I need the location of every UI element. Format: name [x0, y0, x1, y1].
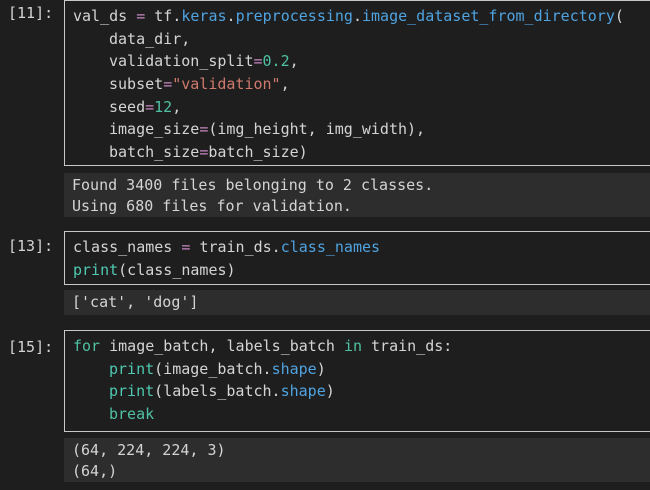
code-token: print	[109, 359, 155, 378]
code-token: tf.	[154, 7, 182, 25]
output-line: (64,)	[72, 461, 118, 480]
code-token: )	[325, 382, 335, 401]
code-token: 0.2	[262, 52, 290, 71]
code-token: seed	[109, 97, 146, 116]
code-token: (class_names)	[118, 260, 236, 279]
execution-count-15: [15]:	[8, 338, 54, 356]
code-token: batch_size)	[208, 143, 308, 162]
execution-count-11: [11]:	[8, 4, 54, 22]
code-token: for	[73, 337, 101, 355]
code-token: (labels_batch.	[154, 382, 281, 401]
code-token: 12	[154, 97, 173, 116]
code-token: shape	[271, 359, 317, 378]
code-token: keras	[181, 7, 227, 25]
code-token: (image_batch.	[154, 359, 272, 378]
code-token: class_names	[280, 238, 381, 256]
code-token: =	[253, 52, 263, 71]
code-line: image_size=(img_height, img_width),	[73, 118, 645, 141]
code-token: )	[316, 359, 326, 378]
cell-output-13: ['cat', 'dog']	[64, 290, 650, 315]
code-token: =	[199, 143, 209, 162]
code-token: train_ds.	[199, 238, 281, 256]
code-token: .	[352, 7, 362, 25]
output-line: (64, 224, 224, 3)	[72, 441, 226, 459]
code-line: class_names = train_ds.class_names	[73, 236, 645, 259]
code-token: ,	[289, 52, 299, 71]
code-token: class_names	[73, 238, 173, 256]
code-token: subset	[109, 75, 164, 94]
code-cell-13[interactable]: class_names = train_ds.class_names print…	[64, 231, 650, 285]
code-token: batch_size	[109, 143, 200, 162]
output-line: Found 3400 files belonging to 2 classes.	[72, 176, 434, 194]
code-token: image_dataset_from_directory	[362, 7, 615, 25]
code-line: val_ds = tf.keras.preprocessing.image_da…	[73, 5, 645, 28]
code-token: =	[127, 7, 155, 25]
code-token: in	[343, 337, 362, 355]
code-token: data_dir,	[109, 29, 191, 48]
code-token: val_ds	[73, 7, 128, 25]
cell-output-11: Found 3400 files belonging to 2 classes.…	[64, 173, 650, 217]
code-line: seed=12,	[73, 96, 645, 119]
cell-output-15: (64, 224, 224, 3) (64,)	[64, 438, 650, 482]
code-line: data_dir,	[73, 28, 645, 51]
code-token: =	[172, 238, 200, 256]
code-token: preprocessing	[235, 7, 353, 25]
code-token: validation_split	[109, 52, 254, 71]
code-token: (	[614, 7, 624, 25]
code-cell-15[interactable]: for image_batch, labels_batch in train_d…	[64, 330, 650, 432]
code-token: ,	[280, 75, 290, 94]
code-token: shape	[280, 382, 326, 401]
code-token: train_ds:	[362, 337, 453, 355]
code-cell-11[interactable]: val_ds = tf.keras.preprocessing.image_da…	[64, 0, 650, 166]
code-line: print(image_batch.shape)	[73, 358, 645, 381]
code-line: validation_split=0.2,	[73, 50, 645, 73]
code-line: for image_batch, labels_batch in train_d…	[73, 335, 645, 358]
execution-count-13: [13]:	[8, 237, 54, 255]
code-token: (img_height, img_width),	[208, 120, 426, 139]
code-token: image_batch, labels_batch	[100, 337, 344, 355]
code-token: "validation"	[172, 75, 281, 94]
code-line: subset="validation",	[73, 73, 645, 96]
code-token: image_size	[109, 120, 200, 139]
output-line: ['cat', 'dog']	[72, 293, 199, 311]
code-token: =	[145, 97, 155, 116]
code-token: break	[109, 405, 155, 424]
code-token: =	[199, 120, 209, 139]
output-line: Using 680 files for validation.	[72, 196, 352, 215]
code-line: batch_size=batch_size)	[73, 141, 645, 164]
code-line: print(class_names)	[73, 259, 645, 282]
code-line: break	[73, 403, 645, 426]
code-token: print	[109, 382, 155, 401]
code-token: print	[73, 260, 119, 279]
code-token: .	[226, 7, 236, 25]
code-token: ,	[172, 97, 182, 116]
code-token: =	[163, 75, 173, 94]
code-line: print(labels_batch.shape)	[73, 380, 645, 403]
